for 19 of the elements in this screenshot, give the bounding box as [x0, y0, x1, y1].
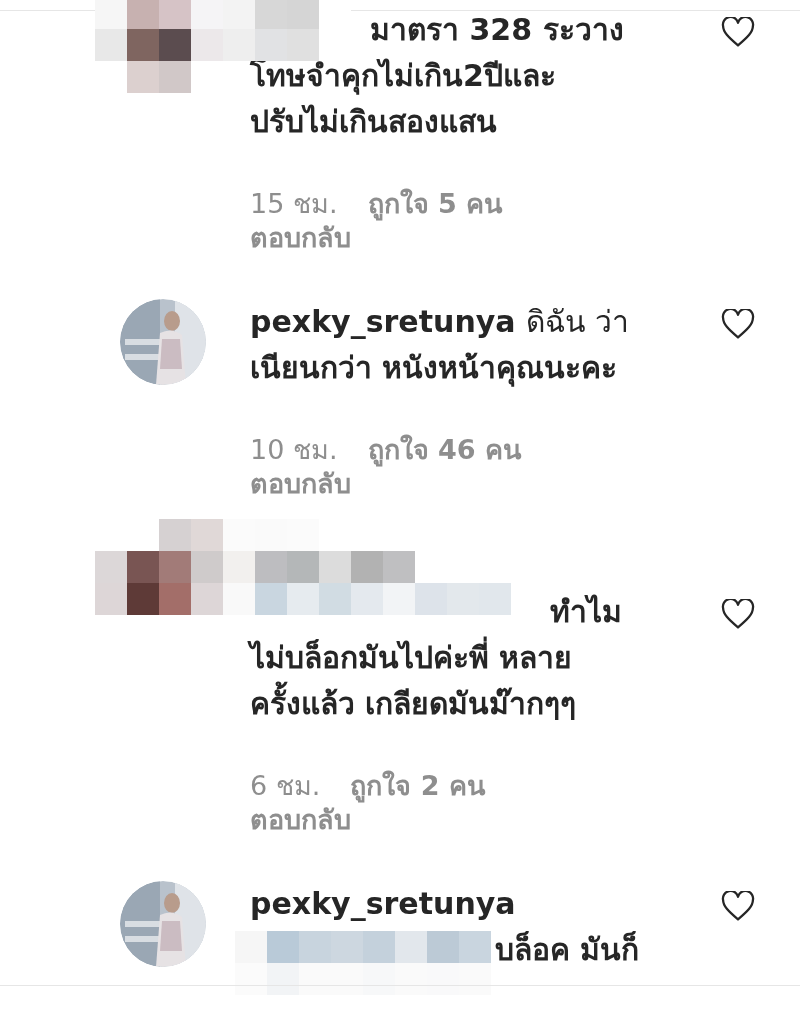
comment-time: 10 ชม. — [250, 433, 338, 467]
comment-text: เนียนกว่า หนังหน้าคุณนะคะ — [250, 349, 619, 389]
heart-icon[interactable] — [721, 891, 755, 921]
comment-time: 15 ชม. — [250, 187, 338, 221]
likes-count[interactable]: ถูกใจ 46 คน — [367, 433, 521, 467]
reply-link[interactable]: ตอบกลับ — [250, 221, 351, 255]
comment-text: ดิฉัน ว่า — [525, 303, 630, 341]
comment-time: 6 ชม. — [250, 769, 321, 803]
username-link[interactable]: pexky_sretunya — [250, 881, 516, 927]
heart-icon[interactable] — [721, 309, 755, 339]
likes-count[interactable]: ถูกใจ 5 คน — [367, 187, 503, 221]
reply-link[interactable]: ตอบกลับ — [250, 467, 351, 501]
username-link[interactable]: pexky_sretunya — [250, 299, 516, 345]
comment-text: บล็อค มันก็ — [495, 930, 640, 969]
reply-link[interactable]: ตอบกลับ — [250, 803, 351, 837]
likes-count[interactable]: ถูกใจ 2 คน — [350, 769, 485, 803]
heart-icon[interactable] — [721, 599, 755, 629]
heart-icon[interactable] — [721, 17, 755, 47]
comment-text: มาตรา 328 ระวาง โทษจำคุกไม่เกิน2ปีและ ปรับไม่เกินสองแสน — [250, 11, 625, 141]
